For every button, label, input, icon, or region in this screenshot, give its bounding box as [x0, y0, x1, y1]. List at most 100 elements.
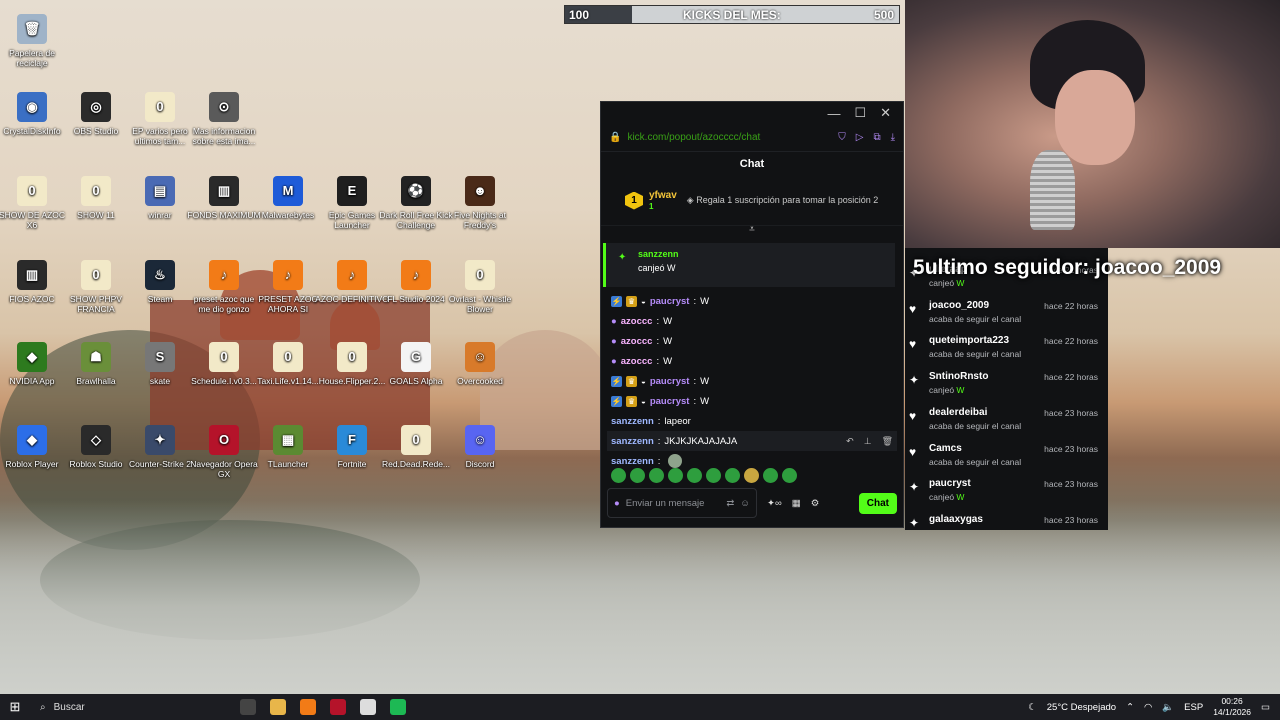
desktop-icon[interactable]: ✦ Counter-Strike 2: [123, 425, 197, 469]
desktop-icon[interactable]: ♪ FL Studio 2024: [379, 260, 453, 304]
fl-studio-icon[interactable]: [300, 699, 316, 715]
weather-text[interactable]: 25°C Despejado: [1047, 702, 1116, 713]
redeem-user[interactable]: sanzzenn: [638, 249, 885, 259]
desktop-icon[interactable]: G GOALS Alpha: [379, 342, 453, 386]
system-tray: ☾ 25°C Despejado ⌃ ◠ 🔈 ESP 00:26 14/1/202…: [1028, 696, 1280, 718]
send-chat-button[interactable]: Chat: [858, 492, 897, 514]
store-icon[interactable]: ▦: [792, 498, 801, 509]
desktop-icon[interactable]: 0 House.Flipper.2...: [315, 342, 389, 386]
desktop-icon[interactable]: ♪ AZOC DEFINITIVO: [315, 260, 389, 304]
settings-icon[interactable]: ⚙: [811, 498, 820, 509]
chat-popout-window[interactable]: — ☐ ✕ 🔒 kick.com/popout/azocccc/chat ⛉ ▷…: [600, 101, 904, 528]
chat-username[interactable]: azoccc: [621, 316, 653, 327]
emote[interactable]: [706, 468, 721, 483]
desktop-icon[interactable]: ⚽ Dark Roll Free Kick Challenge: [379, 176, 453, 230]
chat-username[interactable]: sanzzenn: [611, 436, 654, 447]
desktop-icon[interactable]: ▤ winrar: [123, 176, 197, 220]
desktop-icon[interactable]: 0 SHOW PHPV FRANCIA: [59, 260, 133, 314]
points-icon[interactable]: ✦∞: [767, 498, 782, 509]
emote[interactable]: [668, 468, 683, 483]
wifi-icon[interactable]: ◠: [1144, 702, 1152, 713]
desktop-icon[interactable]: ⊙ Mas informacion sobre esta ima...: [187, 92, 261, 146]
desktop-icon[interactable]: ◎ OBS Studio: [59, 92, 133, 136]
message-input[interactable]: ● Enviar un mensaje ⇄ ☺: [607, 488, 757, 518]
emote[interactable]: [725, 468, 740, 483]
shield-icon[interactable]: ⛉: [838, 132, 846, 143]
emote[interactable]: [763, 468, 778, 483]
desktop-icon[interactable]: ♪ preset azoc que me dio gonzo: [187, 260, 261, 314]
pinned-user[interactable]: yfwav: [649, 190, 677, 201]
desktop-icon[interactable]: 0 Red.Dead.Rede...: [379, 425, 453, 469]
desktop-icon[interactable]: ♨ Steam: [123, 260, 197, 304]
chat-message[interactable]: ● azoccc: W: [611, 331, 893, 351]
desktop-icon[interactable]: ♪ PRESET AZOC AHORA SI: [251, 260, 325, 314]
file-explorer-icon[interactable]: [270, 699, 286, 715]
desktop-icon[interactable]: 🗑 Papelera de reciclaje: [0, 14, 69, 68]
chat-message[interactable]: ⚡ ♛ ◒ paucryst: W: [611, 291, 893, 311]
desktop-icon[interactable]: ▦ TLauncher: [251, 425, 325, 469]
maximize-icon[interactable]: ☐: [854, 105, 866, 121]
notifications-icon[interactable]: ▭: [1261, 702, 1270, 713]
desktop-icon[interactable]: 0 EP varios pero ultimos tam...: [123, 92, 197, 146]
desktop-icon[interactable]: 0 Ovrlast - Whistle Blower: [443, 260, 517, 314]
tray-chevron-icon[interactable]: ⌃: [1126, 702, 1134, 713]
chat-message[interactable]: ⚡ ♛ ◒ paucryst: W: [611, 391, 893, 411]
url-text[interactable]: kick.com/popout/azocccc/chat: [627, 132, 760, 143]
clock[interactable]: 00:26 14/1/2026: [1213, 696, 1251, 718]
emote[interactable]: [649, 468, 664, 483]
desktop-icon[interactable]: O Navegador Opera GX: [187, 425, 261, 479]
task-view-icon[interactable]: [240, 699, 256, 715]
pinned-gift-banner[interactable]: 1 yfwav 1 ◈ Regala 1 suscripción para tom…: [601, 176, 903, 226]
chat-username[interactable]: paucryst: [650, 376, 690, 387]
translate-icon[interactable]: ⇄: [726, 498, 734, 509]
emote[interactable]: [687, 468, 702, 483]
url-bar[interactable]: 🔒 kick.com/popout/azocccc/chat ⛉ ▷ ⧉ ⤓: [601, 124, 903, 152]
desktop-icon[interactable]: M Malwarebytes: [251, 176, 325, 220]
reply-icon[interactable]: ↶: [846, 436, 854, 447]
chat-message[interactable]: sanzzenn: JKJKJKAJAJAJA ↶ ⊥ 🗑: [607, 431, 897, 451]
play-icon[interactable]: ▷: [856, 132, 864, 143]
desktop-icon[interactable]: ☗ Brawlhalla: [59, 342, 133, 386]
desktop-icon[interactable]: ☺ Overcooked: [443, 342, 517, 386]
desktop-icon[interactable]: E Epic Games Launcher: [315, 176, 389, 230]
desktop-icon[interactable]: F Fortnite: [315, 425, 389, 469]
emote[interactable]: [611, 468, 626, 483]
chat-username[interactable]: paucryst: [650, 296, 690, 307]
emote[interactable]: [782, 468, 797, 483]
desktop-icon[interactable]: ☺ Discord: [443, 425, 517, 469]
language-indicator[interactable]: ESP: [1184, 702, 1203, 713]
download-icon[interactable]: ⤓: [891, 132, 895, 143]
desktop-icon[interactable]: 0 SHOW 11: [59, 176, 133, 220]
minimize-icon[interactable]: —: [827, 106, 840, 121]
delete-icon[interactable]: 🗑: [882, 436, 893, 447]
desktop-icon[interactable]: ▥ FONDS MAXIMUM: [187, 176, 261, 220]
pin-icon[interactable]: ⊥: [864, 436, 872, 447]
collapse-icon[interactable]: ⩡: [601, 224, 903, 235]
volume-icon[interactable]: 🔈: [1162, 702, 1174, 713]
chat-username[interactable]: sanzzenn: [611, 456, 654, 467]
desktop-icon[interactable]: ☻ Five Nights at Freddy's: [443, 176, 517, 230]
emote[interactable]: [744, 468, 759, 483]
chat-username[interactable]: paucryst: [650, 396, 690, 407]
extensions-icon[interactable]: ⧉: [873, 132, 880, 143]
desktop-icon[interactable]: 0 Taxi.Life.v1.14...: [251, 342, 325, 386]
opera-gx-icon[interactable]: [330, 699, 346, 715]
chat-username[interactable]: azoccc: [621, 356, 653, 367]
chat-message[interactable]: ● azoccc: W: [611, 351, 893, 371]
desktop-icon[interactable]: Sskate: [123, 342, 197, 386]
obs-icon[interactable]: [360, 699, 376, 715]
windows-start-icon[interactable]: ⊞: [0, 699, 30, 715]
chat-message[interactable]: sanzzenn: lapeor: [611, 411, 893, 431]
chat-message[interactable]: ⚡ ♛ ◒ paucryst: W: [611, 371, 893, 391]
desktop-icon[interactable]: 0 Schedule.I.v0.3...: [187, 342, 261, 386]
chat-message[interactable]: ● azoccc: W: [611, 311, 893, 331]
emote[interactable]: [630, 468, 645, 483]
emoji-icon[interactable]: ☺: [740, 498, 750, 509]
feed-desc-text: acaba de seguir el canal: [929, 313, 1022, 324]
close-icon[interactable]: ✕: [880, 105, 891, 121]
spotify-icon[interactable]: [390, 699, 406, 715]
desktop-icon[interactable]: ◇ Roblox Studio: [59, 425, 133, 469]
chat-username[interactable]: azoccc: [621, 336, 653, 347]
taskbar-search[interactable]: ⌕ Buscar: [30, 694, 220, 720]
chat-username[interactable]: sanzzenn: [611, 416, 654, 427]
